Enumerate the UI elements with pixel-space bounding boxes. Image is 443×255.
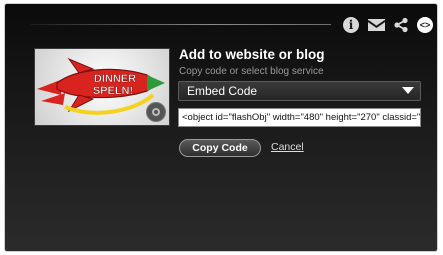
info-button[interactable]: i [342,16,360,34]
copy-code-button[interactable]: Copy Code [179,139,261,157]
email-button[interactable] [367,16,385,34]
share-panel: i <> DINNER SPELN! Add to website or blo… [5,4,437,251]
dialog-subtitle: Copy code or select blog service [179,66,324,77]
info-icon: i [343,17,359,33]
cancel-link[interactable]: Cancel [271,141,304,153]
embed-icon: <> [417,17,433,33]
svg-text:SPELN!: SPELN! [93,85,133,97]
mail-icon [367,19,385,31]
dropdown-arrow-icon [402,87,414,94]
blog-service-select[interactable]: Embed Code [178,81,421,101]
video-thumbnail[interactable]: DINNER SPELN! [34,48,170,126]
dialog-title: Add to website or blog [179,47,325,62]
divider-line [31,24,331,25]
media-badge-icon [146,102,166,122]
share-icon [394,17,408,33]
svg-text:DINNER: DINNER [94,73,136,85]
select-value: Embed Code [187,84,258,98]
embed-button[interactable]: <> [416,16,434,34]
share-button[interactable] [392,16,410,34]
embed-code-field[interactable]: <object id="flashObj" width="480" height… [178,108,421,127]
